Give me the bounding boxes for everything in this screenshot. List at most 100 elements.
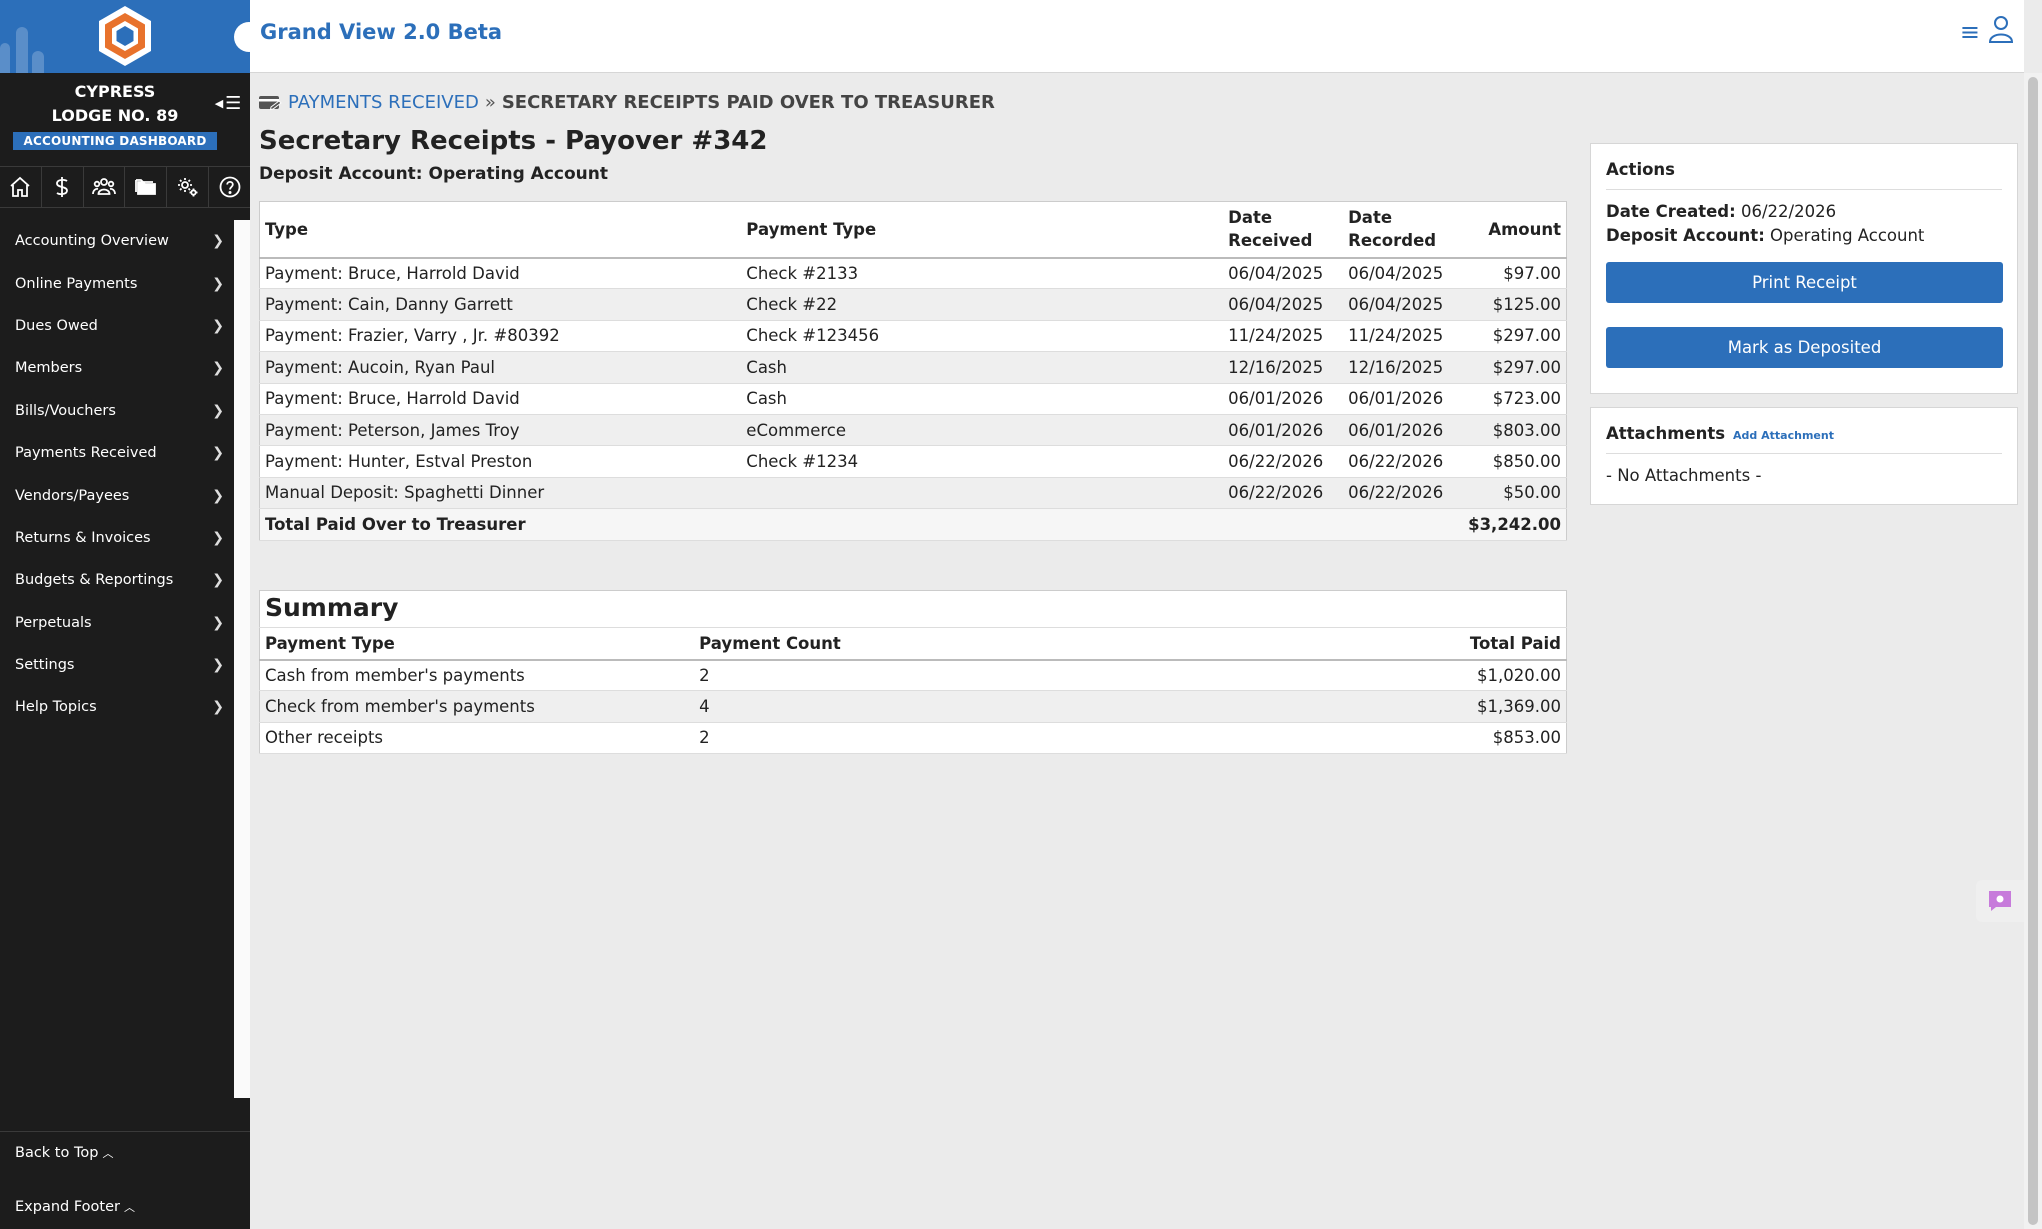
sidebar-item-perpetuals[interactable]: Perpetuals ❯ [0, 602, 234, 644]
page-scrollbar[interactable] [2024, 73, 2042, 1229]
cell-amount: $850.00 [1463, 445, 1567, 478]
cell-date-received: 06/04/2025 [1223, 257, 1344, 290]
sidebar-item-bills-vouchers[interactable]: Bills/Vouchers ❯ [0, 390, 234, 432]
cell-payment-type: eCommerce [741, 414, 1224, 447]
summary-cell-total-paid: $853.00 [1128, 722, 1567, 755]
cell-amount: $50.00 [1463, 477, 1567, 510]
cell-type: Payment: Hunter, Estval Preston [259, 445, 742, 478]
summary-header-total-paid: Total Paid [1128, 627, 1567, 661]
cell-date-recorded: 06/22/2026 [1343, 445, 1464, 478]
sidebar-item-accounting-overview[interactable]: Accounting Overview ❯ [0, 220, 234, 262]
sidebar-footer: Back to Top ︿ Expand Footer ︿ [0, 1131, 250, 1228]
summary-row: Check from member's payments 4 $1,369.00 [259, 690, 1567, 723]
add-attachment-link[interactable]: Add Attachment [1733, 429, 1834, 442]
back-to-top-link[interactable]: Back to Top ︿ [0, 1132, 250, 1174]
summary-row: Cash from member's payments 2 $1,020.00 [259, 659, 1567, 692]
summary-header-payment-count: Payment Count [694, 627, 1129, 661]
help-icon[interactable] [209, 167, 250, 207]
total-row: Total Paid Over to Treasurer $3,242.00 [259, 508, 1567, 542]
sidebar-item-budgets-reportings[interactable]: Budgets & Reportings ❯ [0, 559, 234, 601]
scrollbar-thumb[interactable] [2028, 77, 2038, 1225]
cell-amount: $297.00 [1463, 320, 1567, 353]
sidebar-item-members[interactable]: Members ❯ [0, 347, 234, 389]
chevron-right-icon: ❯ [212, 657, 224, 674]
sidebar-item-label: Bills/Vouchers [15, 402, 116, 419]
cell-date-received: 06/04/2025 [1223, 288, 1344, 321]
cell-amount: $803.00 [1463, 414, 1567, 447]
user-icon[interactable] [1988, 15, 2014, 43]
home-icon[interactable] [0, 167, 42, 207]
sidebar-item-payments-received[interactable]: Payments Received ❯ [0, 432, 234, 474]
collapse-sidebar-button[interactable]: ◀ ☰ [212, 92, 244, 114]
table-row: Payment: Hunter, Estval Preston Check #12… [259, 445, 1567, 478]
attachments-header: Attachments Add Attachment [1606, 408, 2002, 454]
chevron-right-icon: ❯ [212, 317, 224, 334]
deposit-account-value: Operating Account [1770, 226, 1925, 245]
cell-payment-type: Check #1234 [741, 445, 1224, 478]
mark-as-deposited-button[interactable]: Mark as Deposited [1606, 327, 2003, 368]
chevron-right-icon: ❯ [212, 529, 224, 546]
expand-footer-link[interactable]: Expand Footer ︿ [0, 1186, 250, 1228]
table-header-row: Type Payment Type Date Received Date Rec… [259, 201, 1567, 259]
deposit-account-subtitle: Deposit Account: Operating Account [259, 164, 608, 184]
date-created-label: Date Created: [1606, 202, 1736, 221]
summary-title: Summary [259, 590, 1567, 627]
menu-icon[interactable]: ≡ [1960, 18, 1980, 46]
actions-panel: Actions Date Created: 06/22/2026 Deposit… [1590, 143, 2018, 394]
cell-payment-type: Check #2133 [741, 257, 1224, 290]
table-row: Payment: Aucoin, Ryan Paul Cash 12/16/2025… [259, 351, 1567, 384]
column-header-amount: Amount [1463, 201, 1567, 259]
cell-date-recorded: 11/24/2025 [1343, 320, 1464, 353]
cell-amount: $125.00 [1463, 288, 1567, 321]
members-icon[interactable] [84, 167, 126, 207]
summary-table: Summary Payment Type Payment Count Total… [259, 590, 1567, 755]
total-amount: $3,242.00 [1463, 508, 1567, 542]
table-row: Payment: Peterson, James Troy eCommerce 06… [259, 414, 1567, 447]
breadcrumb: PAYMENTS RECEIVED » SECRETARY RECEIPTS P… [258, 92, 995, 113]
summary-cell-payment-type: Check from member's payments [259, 690, 695, 723]
lodge-name: CYPRESS LODGE NO. 89 [51, 82, 179, 125]
sidebar-item-dues-owed[interactable]: Dues Owed ❯ [0, 305, 234, 347]
breadcrumb-current: SECRETARY RECEIPTS PAID OVER TO TREASURE… [501, 92, 995, 113]
sidebar-item-vendors-payees[interactable]: Vendors/Payees ❯ [0, 474, 234, 516]
summary-cell-total-paid: $1,020.00 [1128, 659, 1567, 692]
sidebar-item-label: Online Payments [15, 275, 138, 292]
sidebar: CYPRESS LODGE NO. 89 ACCOUNTING DASHBOAR… [0, 0, 250, 1229]
payments-table: Type Payment Type Date Received Date Rec… [259, 201, 1567, 542]
cell-type: Payment: Bruce, Harrold David [259, 383, 742, 415]
breadcrumb-separator-icon: » [484, 92, 496, 113]
cell-date-recorded: 06/04/2025 [1343, 257, 1464, 290]
attachments-title: Attachments [1606, 424, 1726, 443]
sidebar-item-label: Vendors/Payees [15, 487, 130, 504]
date-created-row: Date Created: 06/22/2026 [1606, 200, 2002, 224]
cell-date-received: 06/22/2026 [1223, 477, 1344, 510]
sidebar-item-online-payments[interactable]: Online Payments ❯ [0, 262, 234, 304]
chevron-right-icon: ❯ [212, 233, 224, 250]
feedback-tab[interactable] [1976, 880, 2024, 922]
cell-date-received: 06/22/2026 [1223, 445, 1344, 478]
cell-type: Payment: Aucoin, Ryan Paul [259, 351, 742, 384]
breadcrumb-payments-received-link[interactable]: PAYMENTS RECEIVED [288, 92, 479, 113]
sidebar-item-returns-invoices[interactable]: Returns & Invoices ❯ [0, 517, 234, 559]
cell-date-recorded: 06/04/2025 [1343, 288, 1464, 321]
chevron-right-icon: ❯ [212, 699, 224, 716]
caret-left-icon: ◀ [214, 96, 224, 110]
sidebar-item-settings[interactable]: Settings ❯ [0, 644, 234, 686]
date-created-value: 06/22/2026 [1740, 202, 1837, 221]
print-receipt-button[interactable]: Print Receipt [1606, 262, 2003, 303]
column-header-payment-type: Payment Type [741, 201, 1224, 259]
sidebar-item-help-topics[interactable]: Help Topics ❯ [0, 686, 234, 728]
chevron-up-icon: ︿ [102, 1147, 114, 1160]
summary-cell-total-paid: $1,369.00 [1128, 690, 1567, 723]
lodge-logo-icon[interactable] [96, 4, 154, 68]
sidebar-scrollbar[interactable] [234, 220, 250, 1098]
summary-row: Other receipts 2 $853.00 [259, 722, 1567, 755]
settings-icon[interactable] [167, 167, 210, 207]
folders-icon[interactable] [125, 167, 168, 207]
dollar-icon[interactable] [42, 167, 84, 207]
back-to-top-label: Back to Top [15, 1145, 99, 1161]
table-row: Payment: Frazier, Varry , Jr. #80392 Chec… [259, 320, 1567, 353]
summary-cell-payment-type: Cash from member's payments [259, 659, 695, 692]
column-header-date-recorded: Date Recorded [1343, 201, 1464, 259]
sidebar-item-label: Accounting Overview [15, 233, 169, 250]
